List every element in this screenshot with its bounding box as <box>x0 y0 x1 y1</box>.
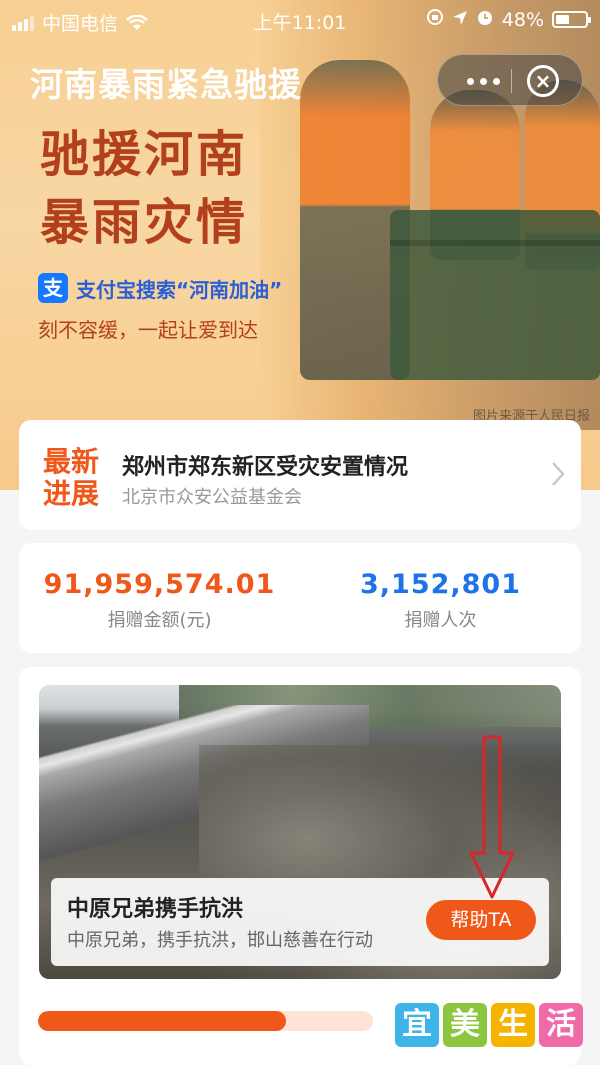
badge-line-1: 最新 <box>43 445 100 478</box>
donor-count-stat: 3,152,801 捐赠人次 <box>300 569 581 632</box>
donor-count-label: 捐赠人次 <box>404 610 477 631</box>
project-description: 中原兄弟，携手抗洪，邯山慈善在行动 <box>67 930 373 951</box>
watermark-char: 美 <box>443 1003 487 1047</box>
mini-program-capsule: × <box>437 54 583 106</box>
alipay-icon: 支 <box>38 273 68 303</box>
capsule-divider <box>511 69 512 93</box>
progress-fill <box>38 1011 286 1031</box>
latest-progress-card[interactable]: 最新 进展 郑州市郑东新区受灾安置情况 北京市众安公益基金会 <box>19 420 581 530</box>
battery-icon <box>552 11 591 28</box>
status-bar: 中国电信 上午11:01 48% <box>0 0 600 40</box>
page-title: 河南暴雨紧急驰援 <box>30 65 302 104</box>
alipay-search-hint: 支 支付宝搜索“河南加油” <box>38 273 282 303</box>
chevron-right-icon <box>552 462 565 486</box>
orientation-lock-icon <box>426 8 444 31</box>
more-icon[interactable] <box>458 67 508 95</box>
donation-amount-stat: 91,959,574.01 捐赠金额(元) <box>19 569 300 632</box>
annotation-arrow-down-icon <box>469 735 515 899</box>
project-title: 中原兄弟携手抗洪 <box>67 897 244 922</box>
watermark-char: 生 <box>491 1003 535 1047</box>
alarm-icon <box>476 8 494 31</box>
badge-line-2: 进展 <box>43 477 100 510</box>
donation-amount-value: 91,959,574.01 <box>43 569 276 600</box>
equipment-crate <box>390 210 600 380</box>
banner-headline-1: 驰援河南 <box>40 126 249 183</box>
donation-amount-label: 捐赠金额(元) <box>107 610 212 631</box>
watermark-char: 活 <box>539 1003 583 1047</box>
news-source: 北京市众安公益基金会 <box>122 487 302 508</box>
watermark-char: 宜 <box>395 1003 439 1047</box>
location-icon <box>452 9 468 31</box>
banner-headline-2: 暴雨灾情 <box>40 194 249 251</box>
donation-stats-card: 91,959,574.01 捐赠金额(元) 3,152,801 捐赠人次 <box>19 543 581 653</box>
fundraising-progress-bar <box>38 1011 373 1031</box>
campaign-banner: 中国电信 上午11:01 48% 河南暴雨紧急驰援 × 驰援河南 暴雨灾情 支 … <box>0 0 600 490</box>
banner-slogan: 刻不容缓，一起让爱到达 <box>38 318 258 342</box>
donor-count-value: 3,152,801 <box>359 569 522 600</box>
battery-percent: 48% <box>501 8 544 31</box>
help-button[interactable]: 帮助TA <box>426 900 536 940</box>
news-title: 郑州市郑东新区受灾安置情况 <box>122 455 409 480</box>
close-icon[interactable]: × <box>527 65 559 97</box>
latest-progress-badge: 最新 进展 <box>43 446 103 510</box>
search-hint-text: 支付宝搜索“河南加油” <box>76 277 283 302</box>
watermark-logo: 宜 美 生 活 <box>395 1003 583 1047</box>
